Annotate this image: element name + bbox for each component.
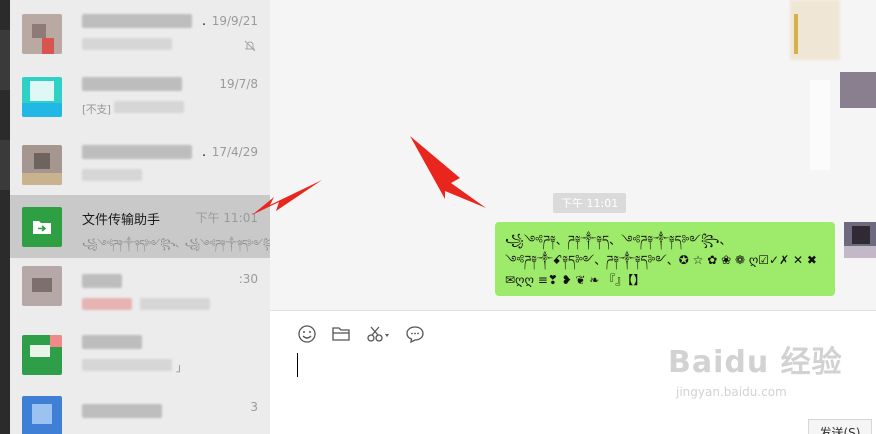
chat-list[interactable]: . 19/9/21 [不支] 19/7/8 . 17/4/29 文件传输助手 ꧁…: [10, 0, 270, 434]
contact-name-redacted: [82, 77, 182, 91]
message-preview-redacted: [114, 101, 184, 113]
chat-list-item[interactable]: 3: [10, 384, 270, 434]
sidebar-edge-block: [0, 30, 10, 90]
contact-name: 文件传输助手: [82, 213, 161, 228]
file-transfer-avatar: [22, 207, 62, 247]
chat-list-item-file-transfer[interactable]: 文件传输助手 ꧁༺ཌ༈༒༈ད༻꧂、꧁༺ཌ༈༒༈ད༻꧂ 下午 11:01: [10, 195, 270, 258]
contact-name-redacted: [82, 274, 122, 288]
contact-name-redacted: [82, 404, 162, 418]
send-button[interactable]: 发送(S): [808, 419, 872, 434]
message-preview-redacted: [140, 298, 210, 310]
chat-time: 19/9/21: [211, 14, 258, 28]
chat-time: 下午 11:01: [195, 211, 258, 225]
sidebar-edge: [0, 0, 10, 434]
message-preview-redacted: [82, 38, 172, 50]
baidu-watermark: Baidu 经验 jingyan.baidu.com: [668, 337, 843, 399]
scissors-icon: [367, 326, 389, 342]
chat-list-item[interactable]: . 17/4/29: [10, 131, 270, 194]
message-time-label: 下午 11:01: [553, 193, 627, 213]
message-preview: [不支]: [82, 103, 111, 116]
chat-time: 17/4/29: [211, 145, 258, 159]
mute-bell-icon: [244, 40, 256, 52]
sent-message-bubble[interactable]: ꧁༺ཌ༈、ཌ༈༒༈ད、༺ཌ༈༒༈ད༻꧂、༺ཌ༈༒ꗃ༈ད༻、ཌ༈༒༈ད༻、✪ ☆ …: [495, 222, 835, 296]
message-preview-redacted: [82, 298, 132, 310]
folder-icon: [332, 327, 350, 341]
message-preview: 」: [176, 361, 187, 374]
message-composer[interactable]: Baidu 经验 jingyan.baidu.com 发送(S): [270, 310, 876, 434]
avatar: [22, 14, 62, 54]
chat-time: 3: [250, 400, 258, 414]
chat-list-item[interactable]: :30: [10, 258, 270, 321]
contact-name-suffix: .: [202, 145, 207, 160]
contact-name-suffix: .: [202, 14, 207, 29]
contact-name-redacted: [82, 14, 192, 28]
composer-toolbar: [296, 323, 426, 345]
avatar: [22, 335, 62, 375]
watermark-url: jingyan.baidu.com: [676, 385, 787, 399]
my-avatar[interactable]: [844, 222, 876, 258]
sidebar-edge-block: [0, 140, 10, 190]
message-preview: ꧁༺ཌ༈༒༈ད༻꧂、꧁༺ཌ༈༒༈ད༻꧂: [82, 239, 270, 250]
watermark-logo-text: Baidu 经验: [668, 345, 843, 380]
chat-bubble-icon: [406, 326, 424, 344]
chat-list-item[interactable]: . 19/9/21: [10, 0, 270, 63]
folder-transfer-icon: [33, 221, 51, 234]
chat-list-item[interactable]: [不支] 19/7/8: [10, 63, 270, 126]
message-preview-redacted: [82, 359, 172, 371]
message-preview-redacted: [82, 169, 142, 181]
chat-history-button[interactable]: [404, 323, 426, 345]
chat-time: :30: [238, 272, 258, 286]
emoji-icon: [298, 325, 316, 343]
contact-name-redacted: [82, 335, 142, 349]
chat-list-item[interactable]: 」: [10, 321, 270, 384]
contact-name-redacted: [82, 145, 192, 159]
avatar: [22, 77, 62, 117]
avatar: [22, 266, 62, 306]
screenshot-button[interactable]: [364, 323, 392, 345]
avatar: [22, 145, 62, 185]
emoji-button[interactable]: [296, 323, 318, 345]
chat-time: 19/7/8: [219, 77, 258, 91]
send-file-button[interactable]: [330, 323, 352, 345]
text-cursor[interactable]: [297, 353, 298, 377]
chat-history-panel[interactable]: 下午 11:01 ꧁༺ཌ༈、ཌ༈༒༈ད、༺ཌ༈༒༈ད༻꧂、༺ཌ༈༒ꗃ༈ད༻、ཌ༈…: [270, 0, 876, 310]
avatar: [22, 396, 62, 434]
